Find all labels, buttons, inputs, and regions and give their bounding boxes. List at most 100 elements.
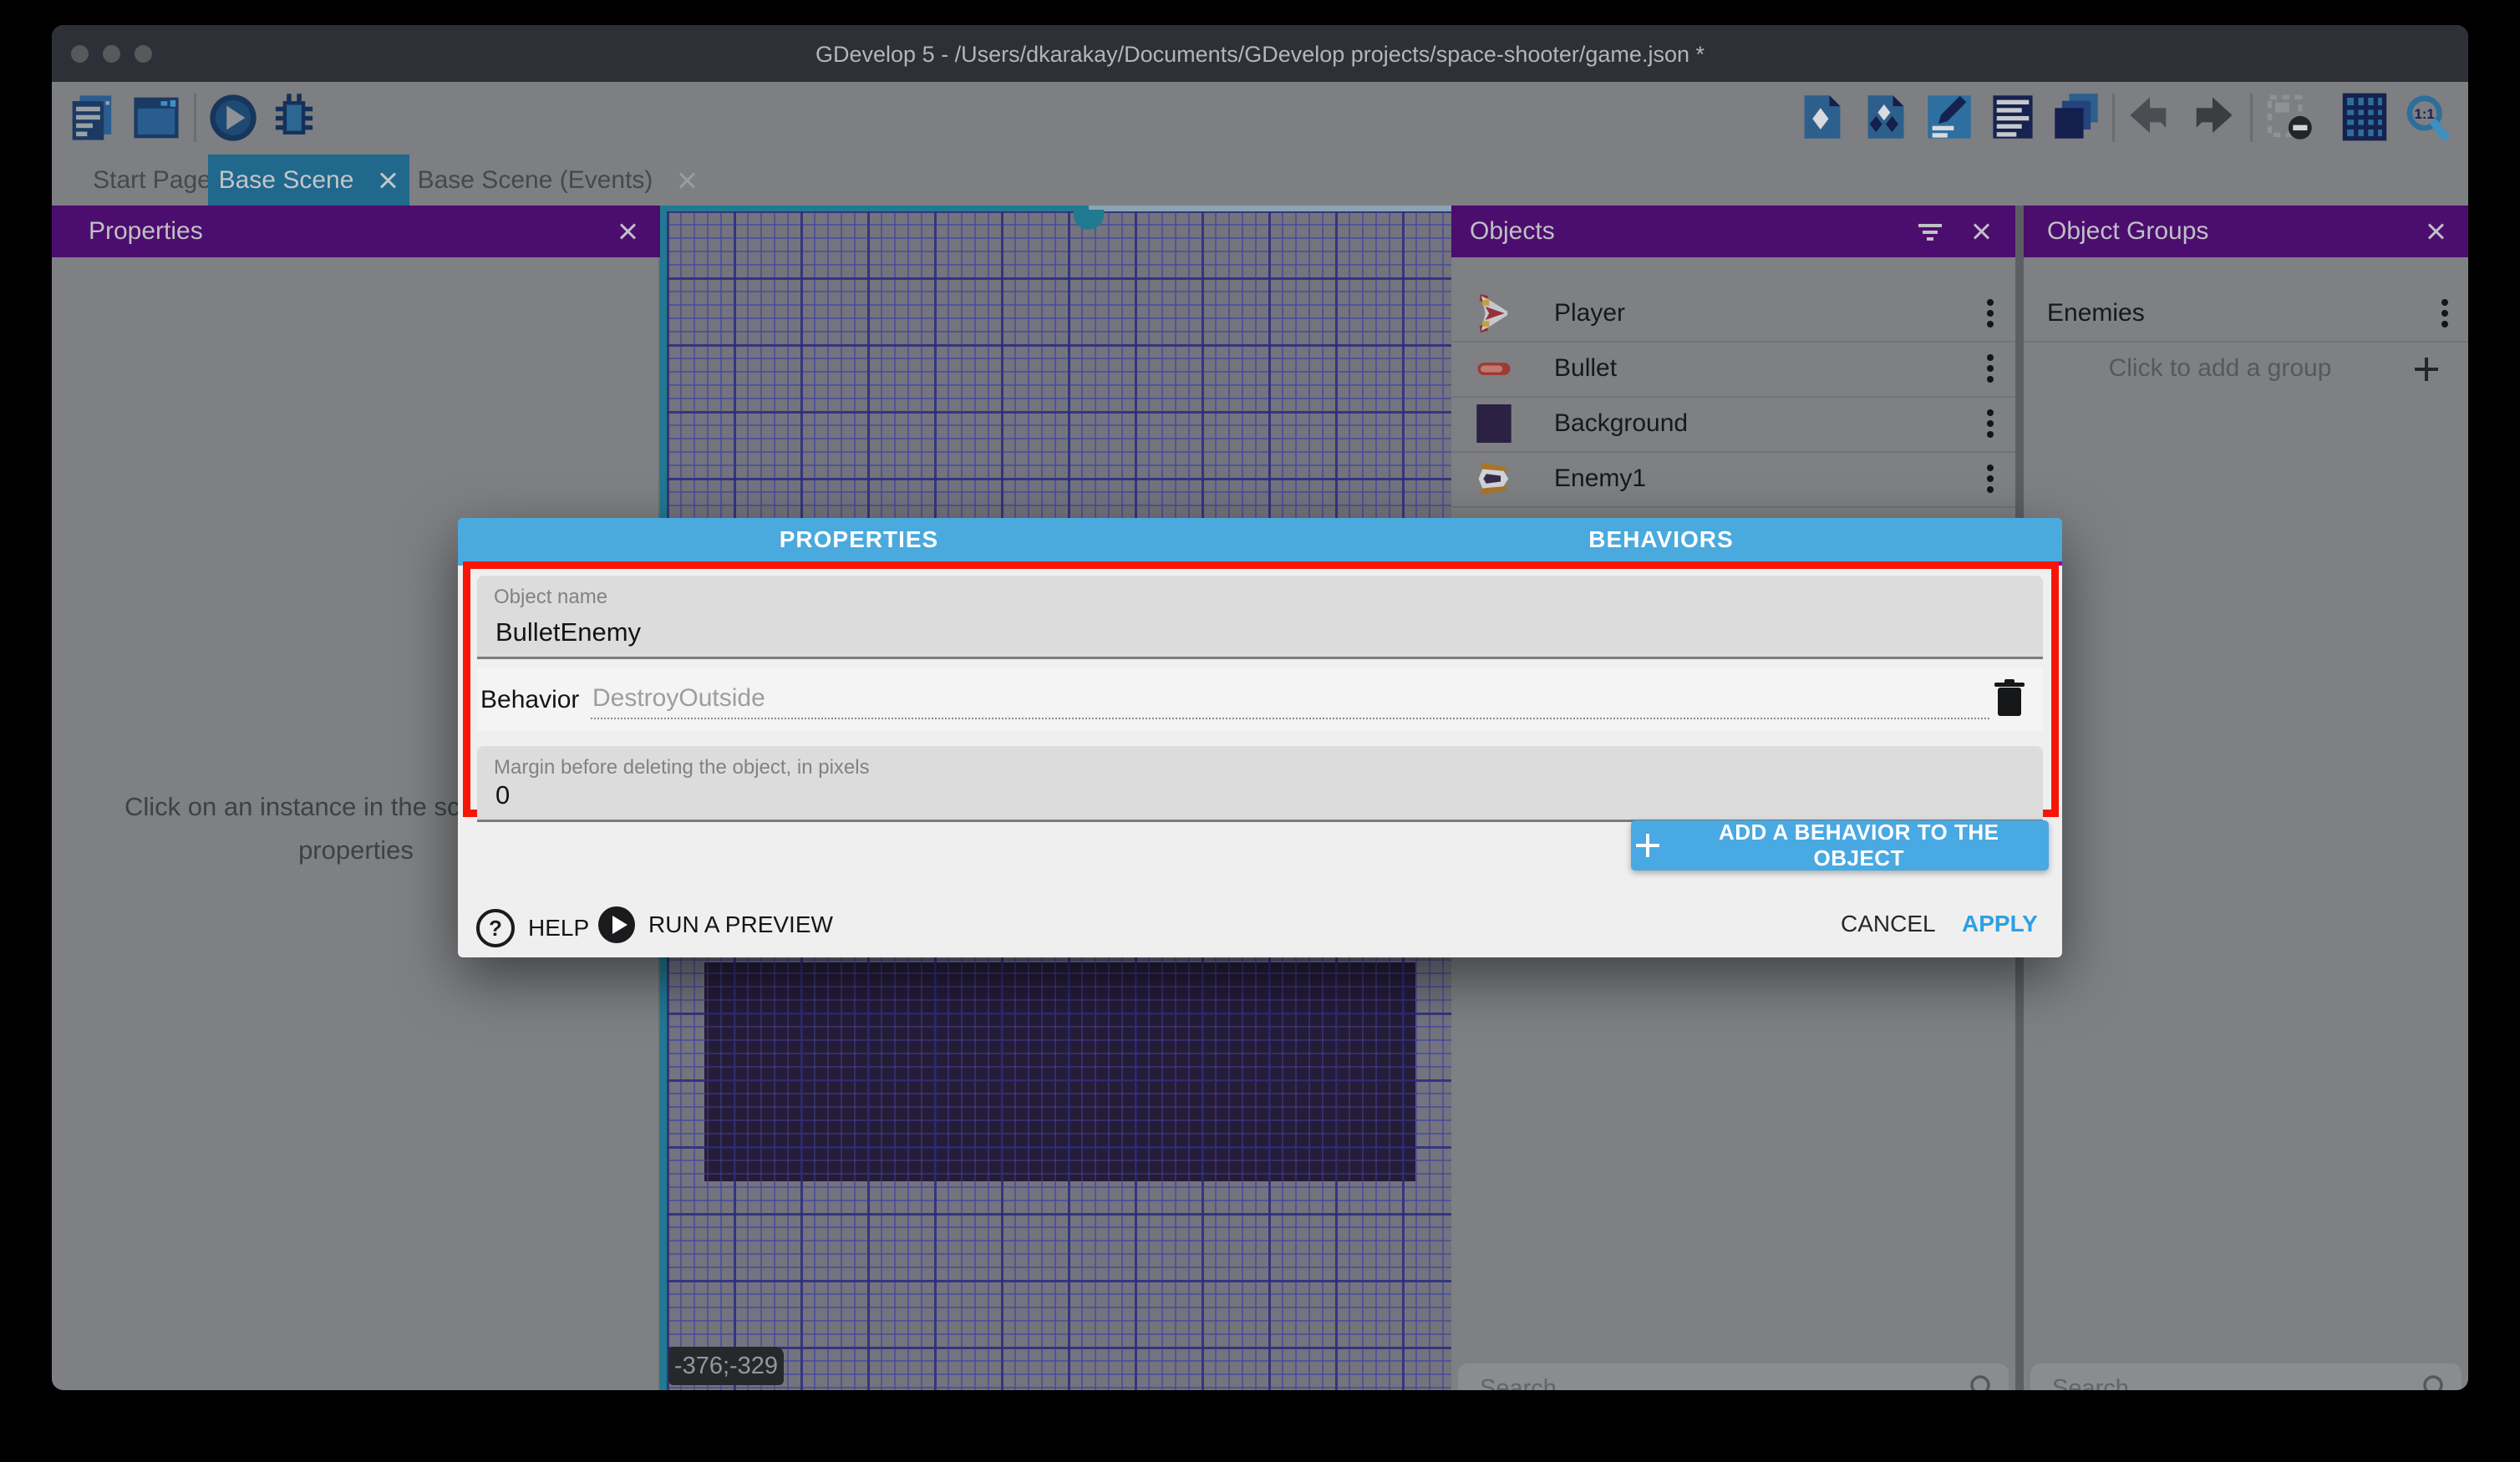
margin-input[interactable] (494, 779, 1984, 811)
project-manager-icon (67, 92, 119, 144)
close-tab-icon[interactable] (676, 170, 698, 191)
toolbar-separator (2250, 94, 2253, 142)
search-icon (1969, 1373, 1997, 1390)
player-sprite-icon (1475, 294, 1513, 333)
titlebar: GDevelop 5 - /Users/dkarakay/Documents/G… (52, 25, 2468, 82)
open-object-groups-panel-button[interactable] (1861, 92, 1913, 144)
objects-panel-title: Objects (1451, 217, 1555, 246)
tab-base-scene[interactable]: Base Scene (208, 155, 409, 206)
close-objects-panel-icon[interactable] (1970, 221, 1992, 242)
objects-panel-header: Objects (1451, 206, 2015, 257)
grid-icon (2340, 92, 2390, 142)
margin-label: Margin before deleting the object, in pi… (494, 756, 870, 779)
group-menu-kebab-icon[interactable] (2428, 288, 2462, 338)
groups-search-input[interactable] (2050, 1370, 2377, 1390)
bullet-sprite-icon (1475, 349, 1513, 388)
trash-icon (1993, 679, 2026, 719)
dialog-tab-properties[interactable]: PROPERTIES (458, 518, 1260, 561)
background-sprite-icon (1475, 404, 1513, 443)
edit-scene-properties-button[interactable] (1924, 92, 1976, 144)
object-groups-icon (1861, 92, 1911, 142)
margin-field[interactable]: Margin before deleting the object, in pi… (477, 746, 2043, 822)
apply-button[interactable]: APPLY (1962, 911, 2038, 937)
object-name-input[interactable] (494, 617, 1984, 648)
desktop: GDevelop 5 - /Users/dkarakay/Documents/G… (0, 0, 2520, 1462)
open-instances-panel-button[interactable] (2051, 92, 2103, 144)
close-tab-icon[interactable] (377, 170, 399, 191)
add-group-label: Click to add a group (2024, 354, 2416, 383)
open-properties-panel-button[interactable] (1988, 92, 2040, 144)
project-manager-button[interactable] (67, 92, 119, 144)
objects-search-input[interactable] (1478, 1370, 1894, 1390)
object-groups-panel-title: Object Groups (2024, 217, 2208, 246)
help-button[interactable]: ? HELP (476, 909, 589, 947)
toggle-mask-button[interactable] (2264, 92, 2316, 144)
toolbar: 1:1 (52, 82, 2468, 155)
add-behavior-button[interactable]: ADD A BEHAVIOR TO THE OBJECT (1631, 820, 2049, 871)
behavior-name-input[interactable] (591, 679, 1989, 719)
search-icon (2421, 1373, 2450, 1390)
run-preview-button[interactable]: RUN A PREVIEW (598, 906, 833, 943)
close-object-groups-panel-icon[interactable] (2425, 221, 2446, 242)
object-menu-kebab-icon[interactable] (1974, 288, 2007, 338)
gdevelop-window: GDevelop 5 - /Users/dkarakay/Documents/G… (52, 25, 2468, 1390)
horizontal-scrollbar-thumb[interactable] (667, 206, 1089, 211)
svg-text:1:1: 1:1 (2415, 106, 2435, 122)
zoom-1-1-icon: 1:1 (2401, 92, 2453, 144)
dialog-tab-bar: PROPERTIES BEHAVIORS (458, 518, 2062, 566)
tab-base-scene-events[interactable]: Base Scene (Events) (409, 155, 706, 206)
start-page-icon (130, 92, 182, 144)
enemy1-sprite-icon (1475, 459, 1513, 498)
object-groups-panel-body: Enemies Click to add a group (2024, 257, 2468, 1390)
undo-icon (2125, 92, 2175, 142)
groups-search-bar[interactable] (2030, 1363, 2462, 1390)
object-row-bullet[interactable]: Bullet (1451, 341, 2015, 398)
properties-empty-message-line1: Click on an instance in the scene (124, 792, 503, 822)
bug-icon (268, 92, 320, 144)
add-group-row[interactable]: Click to add a group (2024, 341, 2468, 396)
cancel-button[interactable]: CANCEL (1841, 911, 1936, 937)
debug-button[interactable] (268, 92, 320, 144)
editor-tab-bar: Start Page Base Scene Base Scene (Events… (52, 155, 2468, 206)
redo-button[interactable] (2187, 92, 2239, 144)
toolbar-separator (2112, 94, 2115, 142)
start-page-button[interactable] (130, 92, 182, 144)
object-row-player[interactable]: Player (1451, 286, 2015, 343)
group-row-enemies[interactable]: Enemies (2024, 286, 2468, 343)
delete-behavior-button[interactable] (1991, 679, 2028, 721)
object-editor-dialog: PROPERTIES BEHAVIORS Object name Behavio… (458, 518, 2062, 957)
object-row-enemy1[interactable]: Enemy1 (1451, 451, 2015, 508)
edit-pencil-icon (1924, 92, 1974, 142)
object-menu-kebab-icon[interactable] (1974, 454, 2007, 504)
filter-icon[interactable] (1918, 224, 1942, 241)
open-objects-panel-button[interactable] (1797, 92, 1849, 144)
behavior-row: Behavior (477, 668, 2043, 731)
run-preview-toolbar-button[interactable] (207, 92, 259, 144)
window-title: GDevelop 5 - /Users/dkarakay/Documents/G… (52, 25, 2468, 82)
dialog-tab-behaviors[interactable]: BEHAVIORS (1260, 518, 2062, 561)
object-menu-kebab-icon[interactable] (1974, 343, 2007, 393)
plus-icon (1636, 834, 1659, 857)
add-group-plus-icon[interactable] (2415, 358, 2438, 381)
properties-panel-header: Properties (52, 206, 660, 257)
object-menu-kebab-icon[interactable] (1974, 398, 2007, 449)
close-properties-panel-icon[interactable] (617, 221, 638, 242)
object-name-field[interactable]: Object name (477, 576, 2043, 659)
objects-search-bar[interactable] (1458, 1363, 2009, 1390)
object-groups-panel-header: Object Groups (2024, 206, 2468, 257)
redo-icon (2187, 92, 2238, 142)
behavior-label: Behavior (480, 686, 579, 714)
object-icon (1797, 92, 1847, 142)
render-mask-icon (2264, 92, 2314, 142)
dialog-actions: ? HELP RUN A PREVIEW CANCEL APPLY (458, 902, 2062, 952)
properties-panel-title: Properties (52, 217, 203, 246)
toggle-grid-button[interactable] (2340, 92, 2391, 144)
cursor-coordinates-badge: -376;-329 (668, 1347, 784, 1385)
play-preview-icon (598, 906, 635, 943)
help-icon: ? (476, 909, 515, 947)
tutorial-highlight-border: Object name Behavior Margin before delet… (463, 561, 2059, 817)
toolbar-separator (194, 94, 196, 142)
undo-button[interactable] (2125, 92, 2177, 144)
zoom-original-button[interactable]: 1:1 (2401, 92, 2453, 144)
object-row-background[interactable]: Background (1451, 396, 2015, 453)
